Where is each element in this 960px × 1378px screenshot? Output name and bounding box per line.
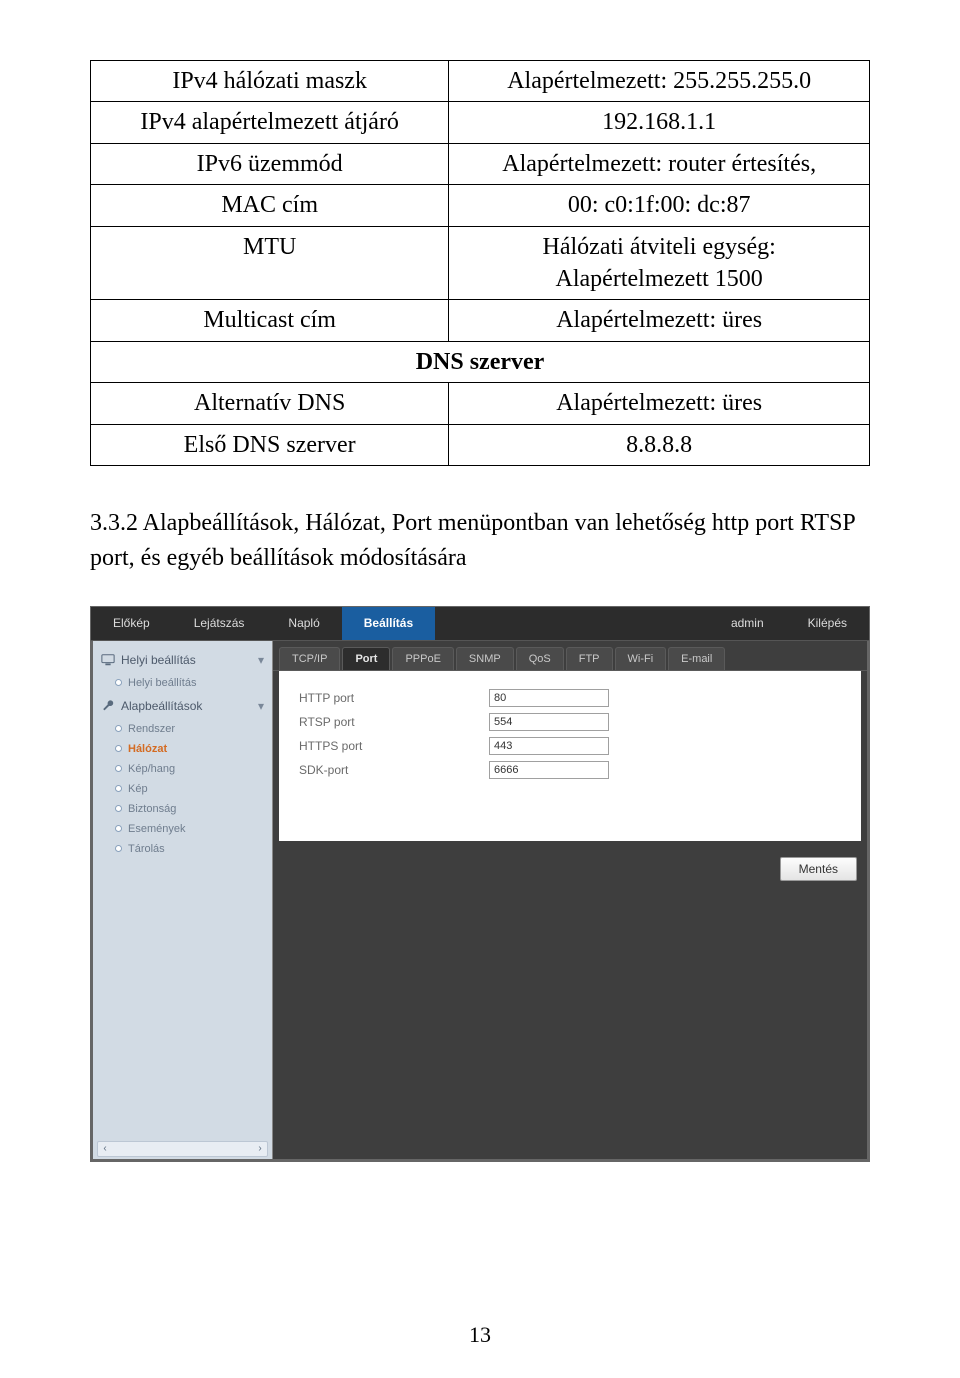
chevron-left-icon[interactable]: ‹ — [98, 1142, 112, 1156]
chevron-down-icon: ▾ — [258, 653, 264, 667]
topbar-item[interactable]: Napló — [266, 607, 341, 640]
chevron-down-icon: ▾ — [258, 699, 264, 713]
tab[interactable]: FTP — [566, 647, 613, 670]
settings-table: IPv4 hálózati maszkAlapértelmezett: 255.… — [90, 60, 870, 466]
tabbar: TCP/IPPortPPPoESNMPQoSFTPWi-FiE-mail — [273, 641, 867, 671]
bullet-icon — [115, 805, 122, 812]
table-cell-label: Alternatív DNS — [91, 383, 449, 424]
save-button[interactable]: Mentés — [780, 857, 857, 881]
table-cell-label: IPv6 üzemmód — [91, 143, 449, 184]
table-cell-label: MTU — [91, 226, 449, 300]
table-cell-value: Hálózati átviteli egység:Alapértelmezett… — [449, 226, 870, 300]
sidebar-group-local-label: Helyi beállítás — [121, 653, 196, 667]
form-label: SDK-port — [299, 763, 489, 777]
form-row: HTTPS port — [299, 737, 841, 755]
monitor-icon — [101, 653, 115, 667]
sidebar-group-basic-label: Alapbeállítások — [121, 699, 202, 713]
tab[interactable]: SNMP — [456, 647, 514, 670]
tab[interactable]: QoS — [516, 647, 564, 670]
table-cell-value: Alapértelmezett: üres — [449, 383, 870, 424]
form-input[interactable] — [489, 713, 609, 731]
tab[interactable]: Port — [342, 647, 390, 670]
tab[interactable]: Wi-Fi — [615, 647, 667, 670]
tab[interactable]: TCP/IP — [279, 647, 340, 670]
form-input[interactable] — [489, 689, 609, 707]
table-cell-value: Alapértelmezett: üres — [449, 300, 870, 341]
sidebar-item[interactable]: Kép/hang — [93, 759, 272, 779]
table-cell-value: 8.8.8.8 — [449, 424, 870, 465]
bullet-icon — [115, 745, 122, 752]
topbar-item[interactable]: Beállítás — [342, 607, 435, 640]
bullet-icon — [115, 825, 122, 832]
form-label: RTSP port — [299, 715, 489, 729]
form-row: RTSP port — [299, 713, 841, 731]
sidebar-item[interactable]: Események — [93, 819, 272, 839]
form-row: SDK-port — [299, 761, 841, 779]
wrench-icon — [101, 699, 115, 713]
table-cell-value: Alapértelmezett: 255.255.255.0 — [449, 61, 870, 102]
sidebar-group-basic[interactable]: Alapbeállítások ▾ — [93, 693, 272, 719]
sidebar-item-label: Kép/hang — [128, 763, 175, 775]
tab[interactable]: E-mail — [668, 647, 725, 670]
tab[interactable]: PPPoE — [392, 647, 453, 670]
sidebar-sub-local[interactable]: Helyi beállítás — [93, 673, 272, 693]
sidebar-item-label: Kép — [128, 783, 148, 795]
sidebar-item-label: Biztonság — [128, 803, 176, 815]
bullet-icon — [115, 845, 122, 852]
sidebar-item-label: Tárolás — [128, 843, 165, 855]
sidebar-item[interactable]: Hálózat — [93, 739, 272, 759]
page-number: 13 — [0, 1322, 960, 1348]
bullet-icon — [115, 765, 122, 772]
table-cell-value: 00: c0:1f:00: dc:87 — [449, 185, 870, 226]
topbar: ElőképLejátszásNaplóBeállítás admin Kilé… — [91, 607, 869, 641]
form-label: HTTP port — [299, 691, 489, 705]
table-cell-label: IPv4 alapértelmezett átjáró — [91, 102, 449, 143]
table-cell-label: Multicast cím — [91, 300, 449, 341]
table-cell-label: IPv4 hálózati maszk — [91, 61, 449, 102]
table-cell-value: 192.168.1.1 — [449, 102, 870, 143]
sidebar-item-label: Hálózat — [128, 743, 167, 755]
sidebar-item-label: Rendszer — [128, 723, 175, 735]
sidebar-item[interactable]: Kép — [93, 779, 272, 799]
bullet-icon — [115, 725, 122, 732]
form-panel: HTTP port RTSP port HTTPS port SDK-port — [279, 671, 861, 841]
sidebar-item-label: Események — [128, 823, 185, 835]
content-area: TCP/IPPortPPPoESNMPQoSFTPWi-FiE-mail HTT… — [273, 641, 867, 1159]
topbar-item[interactable]: Lejátszás — [172, 607, 267, 640]
chevron-right-icon[interactable]: › — [253, 1142, 267, 1156]
sidebar-item[interactable]: Rendszer — [93, 719, 272, 739]
table-cell-value: Alapértelmezett: router értesítés, — [449, 143, 870, 184]
table-cell-label: MAC cím — [91, 185, 449, 226]
sidebar-item[interactable]: Biztonság — [93, 799, 272, 819]
app-screenshot: ElőképLejátszásNaplóBeállítás admin Kilé… — [90, 606, 870, 1162]
table-cell-label: Első DNS szerver — [91, 424, 449, 465]
topbar-logout[interactable]: Kilépés — [786, 607, 869, 640]
bullet-icon — [115, 785, 122, 792]
sidebar-scrollbar[interactable]: ‹ › — [97, 1141, 268, 1157]
sidebar-group-local[interactable]: Helyi beállítás ▾ — [93, 647, 272, 673]
form-label: HTTPS port — [299, 739, 489, 753]
sidebar: Helyi beállítás ▾ Helyi beállítás Alapbe… — [93, 641, 273, 1159]
topbar-user: admin — [709, 607, 786, 640]
sidebar-item[interactable]: Tárolás — [93, 839, 272, 859]
form-input[interactable] — [489, 737, 609, 755]
form-row: HTTP port — [299, 689, 841, 707]
bullet-icon — [115, 679, 122, 686]
topbar-item[interactable]: Előkép — [91, 607, 172, 640]
form-input[interactable] — [489, 761, 609, 779]
section-paragraph: 3.3.2 Alapbeállítások, Hálózat, Port men… — [90, 506, 870, 576]
sidebar-sub-local-label: Helyi beállítás — [128, 677, 196, 689]
table-section-header: DNS szerver — [91, 341, 870, 382]
